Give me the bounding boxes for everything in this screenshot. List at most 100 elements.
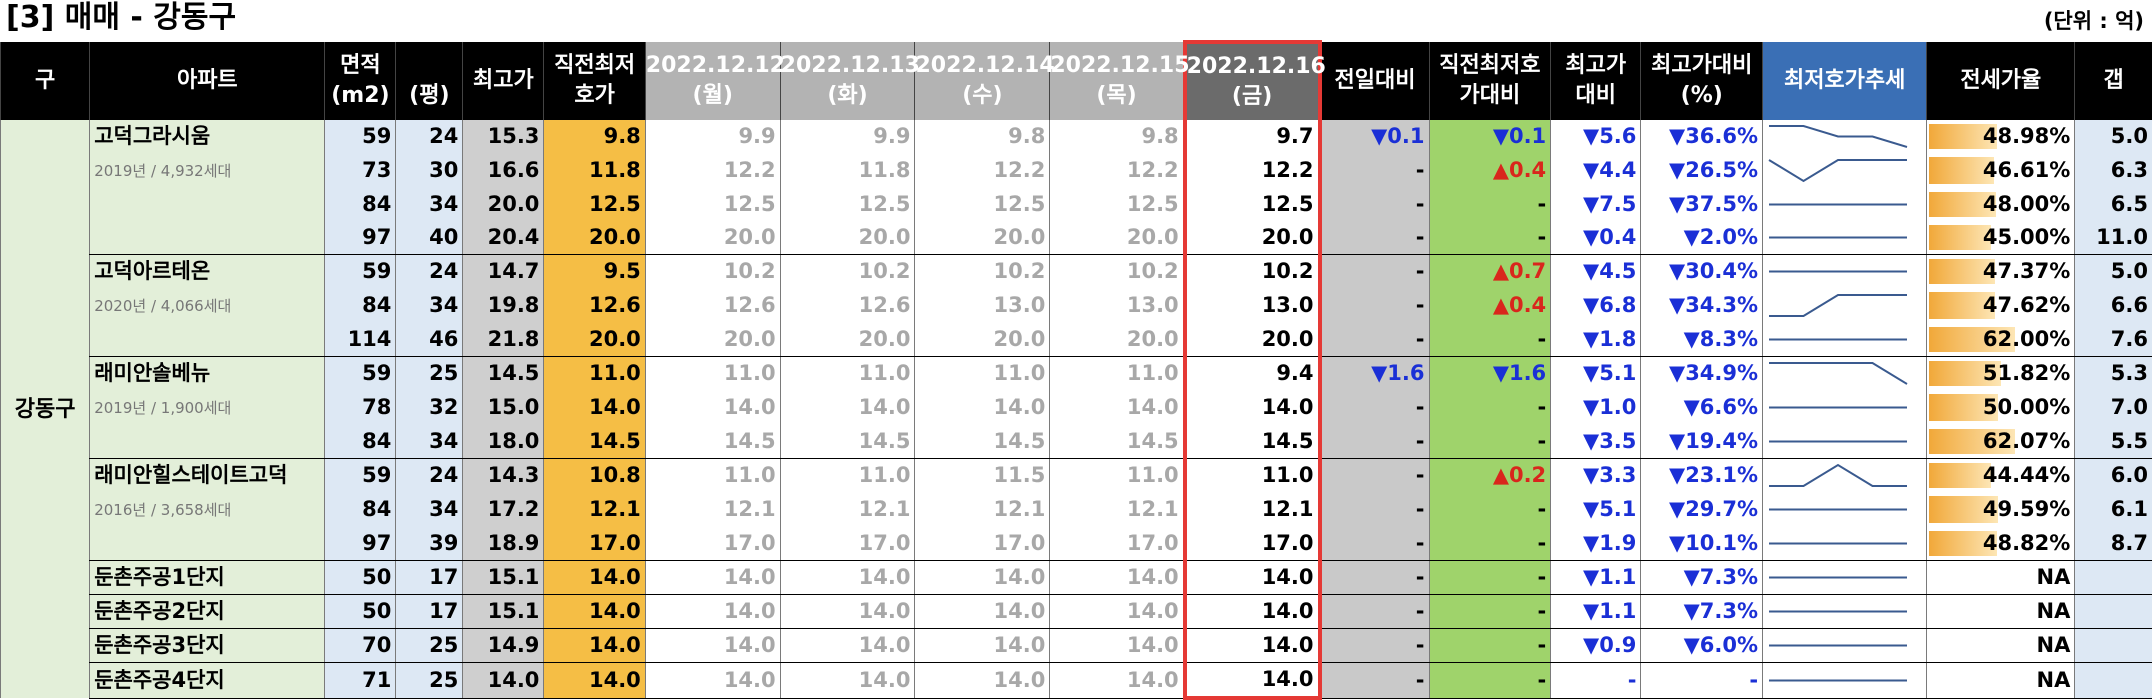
area-cell: 84 bbox=[324, 492, 396, 527]
page-title: [3] 매매 - 강동구 bbox=[6, 0, 237, 35]
date-3-cell: 9.8 bbox=[914, 120, 1050, 153]
vs-high-pct-cell: ▼10.1% bbox=[1640, 527, 1763, 561]
vs-prev-low-cell: - bbox=[1428, 390, 1551, 425]
date-2-cell: 12.5 bbox=[779, 188, 915, 221]
area-cell: 71 bbox=[324, 662, 396, 699]
vs-high-pct-cell: ▼30.4% bbox=[1640, 254, 1763, 288]
jeonse-cell: 47.37% bbox=[1926, 254, 2075, 288]
date-1-cell: 14.5 bbox=[644, 425, 781, 459]
high-cell: 19.8 bbox=[462, 288, 544, 323]
current-cell: 9.7 bbox=[1182, 120, 1322, 153]
prev-day-cell: ▼1.6 bbox=[1319, 356, 1430, 390]
current-cell: 14.5 bbox=[1182, 425, 1322, 459]
date-1-cell: 14.0 bbox=[644, 390, 781, 425]
table-row: 래미안솔베뉴 59 25 14.5 11.0 11.0 11.0 11.0 11.0 9.4 ▼1.… bbox=[1, 356, 2152, 390]
header-gu: 구 bbox=[0, 42, 90, 120]
high-cell: 14.9 bbox=[462, 628, 544, 663]
prev-low-cell: 11.0 bbox=[543, 356, 646, 390]
date-3-cell: 12.5 bbox=[914, 188, 1050, 221]
vs-high-cell: ▼1.0 bbox=[1550, 390, 1641, 425]
apartment-cell: 둔촌주공4단지 bbox=[89, 662, 325, 699]
date-2-cell: 14.0 bbox=[779, 390, 915, 425]
date-1-cell: 12.5 bbox=[644, 188, 781, 221]
area-cell: 70 bbox=[324, 628, 396, 663]
area-cell: 50 bbox=[324, 594, 396, 629]
date-3-cell: 14.5 bbox=[914, 425, 1050, 459]
date-4-cell: 12.1 bbox=[1049, 492, 1185, 527]
apartment-sub: 2016년 / 3,658세대 bbox=[94, 501, 232, 519]
vs-prev-low-cell: - bbox=[1428, 188, 1551, 221]
date-1-cell: 20.0 bbox=[644, 221, 781, 255]
vs-prev-low-cell: - bbox=[1428, 425, 1551, 459]
area-cell: 73 bbox=[324, 153, 396, 188]
apartment-cell: 2016년 / 3,658세대 bbox=[89, 492, 325, 527]
prev-day-cell: - bbox=[1319, 188, 1430, 221]
date-2-cell: 11.0 bbox=[779, 458, 915, 492]
pyeong-cell: 32 bbox=[395, 390, 463, 425]
trend-sparkline bbox=[1762, 390, 1927, 425]
date-4-cell: 14.0 bbox=[1049, 594, 1185, 629]
vs-high-cell: ▼0.9 bbox=[1550, 628, 1641, 663]
trend-sparkline bbox=[1762, 662, 1927, 699]
prev-day-cell: - bbox=[1319, 390, 1430, 425]
table-row: 114 46 21.8 20.0 20.0 20.0 20.0 20.0 20.0- - ▼1.8 ▼… bbox=[1, 323, 2152, 357]
apartment-cell: 2019년 / 1,900세대 bbox=[89, 390, 325, 425]
prev-low-cell: 20.0 bbox=[543, 221, 646, 255]
area-cell: 59 bbox=[324, 356, 396, 390]
date-2-cell: 9.9 bbox=[779, 120, 915, 153]
pyeong-cell: 34 bbox=[395, 288, 463, 323]
date-1-cell: 14.0 bbox=[644, 594, 781, 629]
gap-cell bbox=[2074, 594, 2152, 629]
prev-day-cell: - bbox=[1319, 288, 1430, 323]
vs-prev-low-cell: - bbox=[1428, 628, 1551, 663]
vs-high-pct-cell: ▼29.7% bbox=[1640, 492, 1763, 527]
jeonse-cell: 48.00% bbox=[1926, 188, 2075, 221]
table-row: 97 40 20.4 20.0 20.0 20.0 20.0 20.0 20.0- - ▼0.4 ▼2… bbox=[1, 221, 2152, 255]
date-4-cell: 9.8 bbox=[1049, 120, 1185, 153]
header-vs-prev-low: 직전최저호 가대비 bbox=[1428, 42, 1551, 120]
date-1-cell: 20.0 bbox=[644, 323, 781, 357]
apartment-cell: 2020년 / 4,066세대 bbox=[89, 288, 325, 323]
prev-low-cell: 12.1 bbox=[543, 492, 646, 527]
current-cell: 12.2 bbox=[1182, 153, 1322, 188]
current-cell: 14.0 bbox=[1182, 628, 1322, 663]
area-cell: 84 bbox=[324, 425, 396, 459]
trend-sparkline bbox=[1762, 458, 1927, 492]
table-row: 84 34 18.0 14.5 14.5 14.5 14.5 14.5 14.5- - ▼3.5 ▼1… bbox=[1, 425, 2152, 459]
jeonse-cell: 47.62% bbox=[1926, 288, 2075, 323]
vs-high-cell: ▼4.4 bbox=[1550, 153, 1641, 188]
date-2-cell: 11.8 bbox=[779, 153, 915, 188]
apartment-sub: 2020년 / 4,066세대 bbox=[94, 297, 232, 315]
apartment-cell: 둔촌주공3단지 bbox=[89, 628, 325, 663]
trend-sparkline bbox=[1762, 120, 1927, 153]
trend-sparkline bbox=[1762, 425, 1927, 459]
apartment-cell: 둔촌주공2단지 bbox=[89, 594, 325, 629]
gap-cell: 6.1 bbox=[2074, 492, 2152, 527]
vs-high-cell: ▼3.3 bbox=[1550, 458, 1641, 492]
apartment-sub: 2019년 / 1,900세대 bbox=[94, 399, 232, 417]
header-date-2: 2022.12.13 (화) bbox=[779, 42, 920, 120]
trend-sparkline bbox=[1762, 492, 1927, 527]
gap-cell: 8.7 bbox=[2074, 527, 2152, 561]
prev-day-cell: ▼0.1 bbox=[1319, 120, 1430, 153]
date-4-cell: 14.0 bbox=[1049, 662, 1185, 699]
header-prev-low: 직전최저 호가 bbox=[543, 42, 646, 120]
header-apt: 아파트 bbox=[89, 42, 325, 120]
prev-low-cell: 17.0 bbox=[543, 527, 646, 561]
jeonse-cell: NA bbox=[1926, 560, 2075, 595]
prev-low-cell: 12.5 bbox=[543, 188, 646, 221]
vs-high-pct-cell: ▼6.6% bbox=[1640, 390, 1763, 425]
high-cell: 14.5 bbox=[462, 356, 544, 390]
prev-low-cell: 14.0 bbox=[543, 628, 646, 663]
date-1-cell: 12.1 bbox=[644, 492, 781, 527]
prev-day-cell: - bbox=[1319, 425, 1430, 459]
trend-sparkline bbox=[1762, 221, 1927, 255]
table-row: 97 39 18.9 17.0 17.0 17.0 17.0 17.0 17.0- - ▼1.9 ▼1… bbox=[1, 527, 2152, 561]
prev-low-cell: 11.8 bbox=[543, 153, 646, 188]
jeonse-cell: NA bbox=[1926, 594, 2075, 629]
prev-low-cell: 14.0 bbox=[543, 594, 646, 629]
area-cell: 84 bbox=[324, 188, 396, 221]
date-2-cell: 14.0 bbox=[779, 560, 915, 595]
pyeong-cell: 17 bbox=[395, 560, 463, 595]
gap-cell: 6.6 bbox=[2074, 288, 2152, 323]
